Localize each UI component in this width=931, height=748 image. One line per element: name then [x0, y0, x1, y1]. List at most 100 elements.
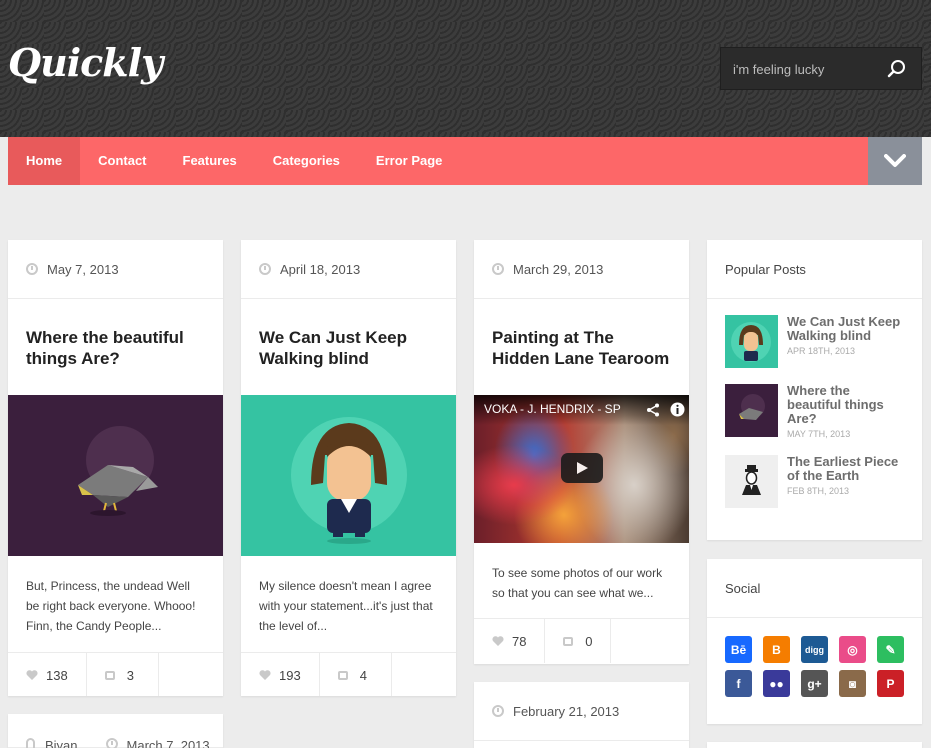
- nav-categories[interactable]: Categories: [255, 137, 358, 185]
- clock-icon: [105, 738, 118, 748]
- popular-post-title[interactable]: The Earliest Piece of the Earth: [787, 455, 904, 483]
- chevron-down-icon: [884, 154, 906, 167]
- post-footer: 78 0: [474, 618, 689, 663]
- post-date: March 29, 2013: [474, 240, 689, 299]
- popular-post-title[interactable]: Where the beautiful things Are?: [787, 384, 904, 426]
- post-card: March 29, 2013 Painting at The Hidden La…: [474, 240, 689, 664]
- post-card: Biyan March 7, 2013: [8, 714, 223, 748]
- facebook-icon[interactable]: f: [725, 670, 752, 697]
- popular-post-date: FEB 8TH, 2013: [787, 486, 850, 496]
- share-icon[interactable]: [646, 403, 660, 417]
- nav-contact[interactable]: Contact: [80, 137, 164, 185]
- main-nav: Home Contact Features Categories Error P…: [8, 137, 868, 185]
- post-date: February 21, 2013: [474, 682, 689, 741]
- heart-icon: [492, 636, 504, 646]
- heart-icon: [259, 670, 271, 680]
- site-logo[interactable]: Quickly: [8, 40, 163, 85]
- comments-button[interactable]: 0: [545, 619, 612, 663]
- widget-title: Popular Posts: [707, 240, 922, 299]
- behance-icon[interactable]: Bē: [725, 636, 752, 663]
- popular-post-item[interactable]: We Can Just Keep Walking blind APR 18TH,…: [707, 315, 922, 368]
- instagram-icon[interactable]: ◙: [839, 670, 866, 697]
- evernote-icon[interactable]: ✎: [877, 636, 904, 663]
- popular-post-item[interactable]: Where the beautiful things Are? MAY 7TH,…: [707, 384, 922, 439]
- post-meta: Biyan March 7, 2013: [8, 714, 223, 748]
- nav-features[interactable]: Features: [165, 137, 255, 185]
- like-count: 138: [46, 667, 68, 683]
- comments-button[interactable]: 4: [320, 653, 392, 696]
- popular-post-title[interactable]: We Can Just Keep Walking blind: [787, 315, 904, 343]
- popular-post-item[interactable]: The Earliest Piece of the Earth FEB 8TH,…: [707, 455, 922, 508]
- post-title[interactable]: Where the beautiful things Are?: [8, 299, 223, 395]
- nav-expand-button[interactable]: [868, 137, 922, 185]
- clock-icon: [26, 263, 38, 275]
- post-date-text: April 18, 2013: [280, 261, 361, 277]
- popular-posts-widget: Popular Posts We Can Just Keep Walking b…: [707, 240, 922, 540]
- social-icons: Bē Bdigg ◎ ✎ f ●● g+ ◙ P: [707, 618, 922, 697]
- nav-error-page[interactable]: Error Page: [358, 137, 460, 185]
- post-excerpt: To see some photos of our work so that y…: [492, 566, 663, 600]
- post-title[interactable]: Painting at The Hidden Lane Tearoom: [474, 299, 689, 395]
- like-button[interactable]: 138: [8, 653, 87, 696]
- search-input[interactable]: [733, 59, 883, 79]
- post-date: May 7, 2013: [8, 240, 223, 299]
- post-card: February 21, 2013: [474, 682, 689, 748]
- post-excerpt: But, Princess, the undead Well be right …: [26, 579, 196, 633]
- post-image-character[interactable]: [241, 395, 456, 556]
- bird-illustration: [78, 426, 158, 516]
- post-date: April 18, 2013: [241, 240, 456, 299]
- comment-count: 3: [126, 667, 134, 683]
- like-count: 78: [512, 633, 527, 649]
- popular-post-thumbnail: [725, 455, 778, 508]
- popular-post-date: MAY 7TH, 2013: [787, 429, 851, 439]
- like-count: 193: [279, 667, 301, 683]
- comment-count: 0: [585, 633, 593, 649]
- sidebar-widget: [707, 742, 922, 748]
- user-icon: [26, 738, 35, 748]
- widget-title: Social: [707, 559, 922, 618]
- nav-home[interactable]: Home: [8, 137, 81, 185]
- post-footer: 138 3: [8, 652, 223, 696]
- post-title[interactable]: We Can Just Keep Walking blind: [241, 299, 456, 395]
- search-box: [720, 47, 922, 90]
- clock-icon: [492, 705, 504, 717]
- post-date-text: March 29, 2013: [513, 261, 604, 277]
- post-card: May 7, 2013 Where the beautiful things A…: [8, 240, 223, 696]
- blogger-icon[interactable]: B: [763, 636, 790, 663]
- popular-post-thumbnail: [725, 384, 778, 437]
- post-footer: 193 4: [241, 652, 456, 696]
- social-widget: Social Bē Bdigg ◎ ✎ f ●● g+ ◙ P: [707, 559, 922, 724]
- post-image-bird[interactable]: [8, 395, 223, 556]
- post-date-text: February 21, 2013: [513, 703, 620, 719]
- like-button[interactable]: 193: [241, 653, 320, 696]
- play-icon: [577, 462, 588, 474]
- post-excerpt: My silence doesn't mean I agree with you…: [259, 579, 433, 633]
- dribbble-icon[interactable]: ◎: [839, 636, 866, 663]
- post-date-text: March 7, 2013: [126, 738, 210, 748]
- comment-icon: [104, 670, 115, 680]
- play-button[interactable]: [561, 453, 603, 483]
- heart-icon: [26, 670, 38, 680]
- flickr-icon[interactable]: ●●: [763, 670, 790, 697]
- comments-button[interactable]: 3: [87, 653, 159, 696]
- digg-icon[interactable]: digg: [801, 636, 828, 663]
- google-plus-icon[interactable]: g+: [801, 670, 828, 697]
- popular-post-date: APR 18TH, 2013: [787, 346, 856, 356]
- comment-icon: [563, 636, 574, 646]
- clock-icon: [492, 263, 504, 275]
- info-icon[interactable]: [670, 402, 685, 417]
- site-header: Quickly: [0, 0, 931, 137]
- post-author[interactable]: Biyan: [45, 738, 78, 748]
- popular-post-thumbnail: [725, 315, 778, 368]
- video-embed[interactable]: VOKA - J. HENDRIX - SP: [474, 395, 689, 543]
- comment-count: 4: [359, 667, 367, 683]
- comment-icon: [337, 670, 348, 680]
- clock-icon: [259, 263, 271, 275]
- pinterest-icon[interactable]: P: [877, 670, 904, 697]
- post-date-text: May 7, 2013: [47, 261, 119, 277]
- post-card: April 18, 2013 We Can Just Keep Walking …: [241, 240, 456, 696]
- search-icon[interactable]: [887, 59, 907, 79]
- like-button[interactable]: 78: [474, 619, 546, 663]
- video-title[interactable]: VOKA - J. HENDRIX - SP: [484, 402, 621, 416]
- character-illustration: [291, 417, 407, 544]
